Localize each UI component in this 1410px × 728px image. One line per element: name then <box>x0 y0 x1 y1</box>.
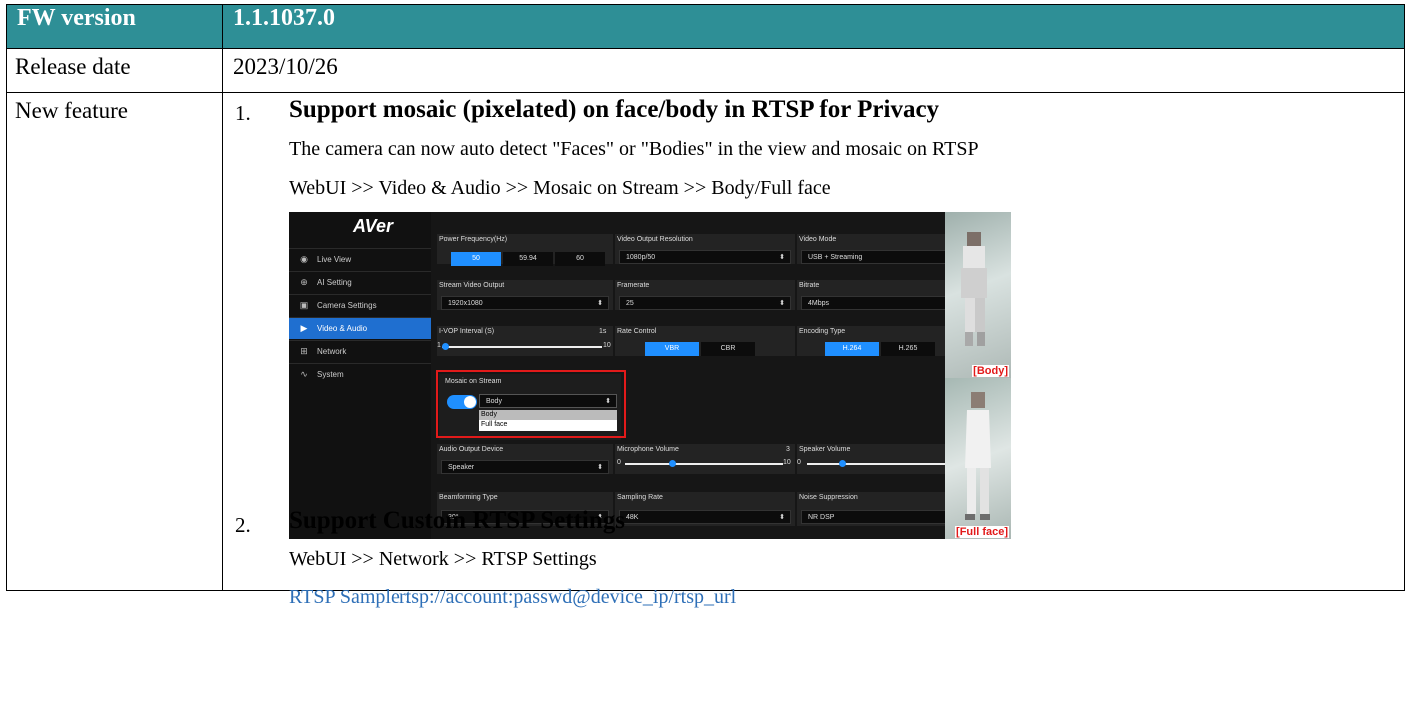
body-mosaic-photo: [Body] <box>945 212 1011 378</box>
select-caret-icon: ⬍ <box>779 300 785 307</box>
webui-main: Power Frequency(Hz) 50 59.94 60 Video Ou… <box>431 212 1011 539</box>
ivop-slider[interactable] <box>442 346 602 348</box>
release-date-value: 2023/10/26 <box>222 48 1405 93</box>
speaker-volume-label: Speaker Volume <box>799 446 851 453</box>
microphone-volume-slider[interactable] <box>625 463 783 465</box>
nav-camera-settings[interactable]: ▣ Camera Settings <box>289 294 431 316</box>
h265-button[interactable]: H.265 <box>881 342 935 356</box>
webui-screenshot: AVer ◉ Live View ⊕ AI Setting ▣ Camera Sett… <box>289 212 1011 539</box>
release-notes-table: FW version 1.1.1037.0 Release date 2023/… <box>6 4 1405 608</box>
select-caret-icon: ⬍ <box>597 300 603 307</box>
h264-button[interactable]: H.264 <box>825 342 879 356</box>
webui-sidebar: AVer ◉ Live View ⊕ AI Setting ▣ Camera Sett… <box>289 212 431 539</box>
nav-system[interactable]: ∿ System <box>289 363 431 385</box>
noise-suppression-label: Noise Suppression <box>799 494 858 501</box>
nav-ai-setting[interactable]: ⊕ AI Setting <box>289 271 431 293</box>
freq-59-94-button[interactable]: 59.94 <box>503 252 553 266</box>
feature-1-number: 1. <box>235 101 251 125</box>
feature-2-number: 2. <box>235 513 251 537</box>
microphone-volume-label: Microphone Volume <box>617 446 679 453</box>
framerate-select[interactable]: 25 ⬍ <box>619 296 791 310</box>
image-icon: ▣ <box>299 300 309 310</box>
audio-output-label: Audio Output Device <box>439 446 504 453</box>
microphone-volume-knob[interactable] <box>669 460 676 467</box>
video-mode-label: Video Mode <box>799 236 837 243</box>
pixelated-body-image <box>961 232 987 346</box>
nav-video-audio[interactable]: ▶ Video & Audio <box>289 317 431 339</box>
feature-2-path: WebUI >> Network >> RTSP Settings <box>289 548 597 570</box>
ivop-slider-knob[interactable] <box>442 343 449 350</box>
sampling-rate-select[interactable]: 48K ⬍ <box>619 510 791 524</box>
new-feature-content: 1. Support mosaic (pixelated) on face/bo… <box>222 92 1405 608</box>
power-frequency-label: Power Frequency(Hz) <box>439 236 508 243</box>
select-caret-icon: ⬍ <box>597 464 603 471</box>
feature-1-path: WebUI >> Video & Audio >> Mosaic on Stre… <box>289 177 831 199</box>
bitrate-label: Bitrate <box>799 282 820 289</box>
video-output-resolution-label: Video Output Resolution <box>617 236 693 243</box>
framerate-label: Framerate <box>617 282 650 289</box>
stream-video-output-label: Stream Video Output <box>439 282 505 289</box>
aver-logo: AVer <box>353 216 394 236</box>
rate-control-label: Rate Control <box>617 328 657 335</box>
sampling-rate-label: Sampling Rate <box>617 494 663 501</box>
release-date-row: Release date 2023/10/26 <box>6 48 1405 93</box>
highlight-box <box>436 370 626 438</box>
fw-version-value: 1.1.1037.0 <box>222 4 1405 49</box>
microphone-volume-min: 0 <box>617 459 621 466</box>
encoding-type-label: Encoding Type <box>799 328 846 335</box>
feature-2-title: Support Custom RTSP Settings <box>289 507 625 534</box>
face-mosaic-photo: [Full face] <box>945 378 1011 539</box>
network-icon: ⊞ <box>300 346 308 356</box>
new-feature-row: New feature 1. Support mosaic (pixelated… <box>6 92 1405 608</box>
ivop-interval-value: 1s <box>599 328 607 335</box>
nav-live-view[interactable]: ◉ Live View <box>289 248 431 270</box>
video-audio-icon: ▶ <box>300 323 308 333</box>
rtsp-sample-label: RTSP Sample : <box>289 586 411 608</box>
feature-1-description: The camera can now auto detect "Faces" o… <box>289 138 979 160</box>
cbr-button[interactable]: CBR <box>701 342 755 356</box>
full-face-tag: [Full face] <box>955 526 1009 538</box>
rtsp-sample-url: rtsp://account:passwd@device_ip/rtsp_url <box>399 586 737 608</box>
crosshair-icon: ⊕ <box>300 277 308 287</box>
speaker-volume-knob[interactable] <box>839 460 846 467</box>
video-output-resolution-select[interactable]: 1080p/50 ⬍ <box>619 250 791 264</box>
vbr-button[interactable]: VBR <box>645 342 699 356</box>
freq-50-button[interactable]: 50 <box>451 252 501 266</box>
ivop-min: 1 <box>437 342 441 349</box>
select-caret-icon: ⬍ <box>779 514 785 521</box>
microphone-volume-value: 3 <box>786 446 790 453</box>
feature-1-title: Support mosaic (pixelated) on face/body … <box>289 96 940 123</box>
nav-network[interactable]: ⊞ Network <box>289 340 431 362</box>
new-feature-label: New feature <box>6 92 223 591</box>
body-tag: [Body] <box>972 365 1009 377</box>
audio-output-select[interactable]: Speaker ⬍ <box>441 460 609 474</box>
ivop-max: 10 <box>603 342 611 349</box>
speaker-volume-min: 0 <box>797 459 801 466</box>
microphone-volume-max: 10 <box>783 459 791 466</box>
speaker-volume-slider[interactable] <box>807 463 965 465</box>
release-date-label: Release date <box>6 48 223 93</box>
beamforming-label: Beamforming Type <box>439 494 498 501</box>
select-caret-icon: ⬍ <box>779 254 785 261</box>
stream-video-output-select[interactable]: 1920x1080 ⬍ <box>441 296 609 310</box>
freq-60-button[interactable]: 60 <box>555 252 605 266</box>
ivop-interval-label: I-VOP Interval (S) <box>439 328 495 335</box>
eye-icon: ◉ <box>300 254 308 264</box>
pulse-icon: ∿ <box>300 369 308 379</box>
pixelated-face-image <box>965 392 991 520</box>
fw-version-row: FW version 1.1.1037.0 <box>6 4 1405 49</box>
fw-version-label: FW version <box>6 4 223 49</box>
